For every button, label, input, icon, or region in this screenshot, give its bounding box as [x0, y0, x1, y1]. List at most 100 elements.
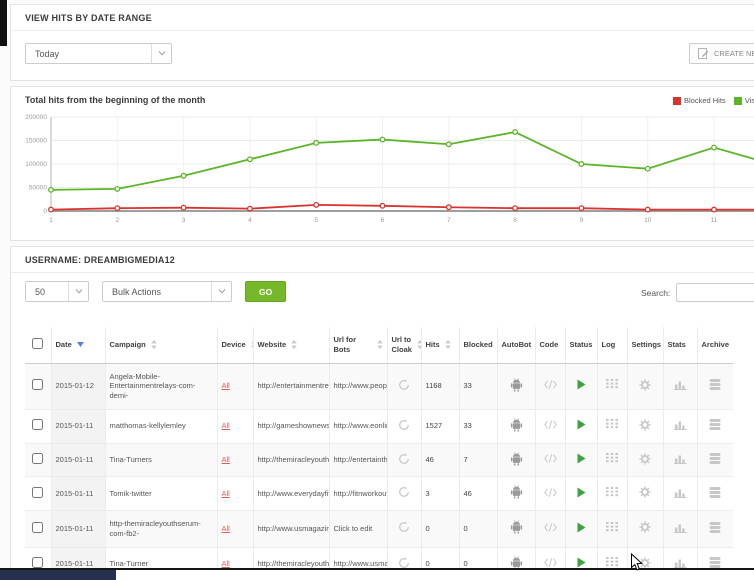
date-range-panel: VIEW HITS BY DATE RANGE Today CREATE NEW… — [10, 4, 754, 81]
app-viewport: VIEW HITS BY DATE RANGE Today CREATE NEW… — [0, 0, 754, 580]
bar-chart-icon[interactable] — [674, 453, 687, 464]
column-label: AutoBot — [502, 340, 532, 350]
status-cell — [565, 363, 597, 409]
refresh-circle-icon[interactable] — [398, 557, 410, 569]
calendar-icon[interactable] — [606, 557, 618, 568]
play-icon[interactable] — [577, 453, 586, 464]
url-to-cloak-cell — [387, 363, 421, 409]
android-icon[interactable] — [510, 418, 523, 432]
bar-chart-icon[interactable] — [674, 487, 687, 498]
refresh-circle-icon[interactable] — [398, 379, 410, 391]
column-label: Code — [540, 340, 559, 350]
stats-cell — [663, 409, 697, 443]
device-link[interactable]: All — [222, 421, 230, 430]
table-row: 2015-01-11Tina-TurnersAllhttp://themirac… — [25, 443, 733, 477]
android-icon[interactable] — [510, 485, 523, 499]
android-icon[interactable] — [510, 378, 523, 392]
device-link[interactable]: All — [222, 489, 230, 498]
calendar-icon[interactable] — [606, 379, 618, 390]
column-header-campaign[interactable]: Campaign — [105, 327, 217, 363]
code-icon[interactable] — [544, 523, 557, 532]
code-icon[interactable] — [544, 380, 557, 389]
row-checkbox[interactable] — [32, 419, 43, 430]
refresh-circle-icon[interactable] — [398, 521, 410, 533]
page-size-select[interactable]: 50 — [25, 281, 89, 302]
row-checkbox[interactable] — [32, 453, 43, 464]
svg-text:200000: 200000 — [25, 114, 47, 121]
code-icon[interactable] — [544, 454, 557, 463]
row-checkbox[interactable] — [32, 379, 43, 390]
gear-icon[interactable] — [639, 521, 651, 533]
url-for-bots-cell[interactable]: http://www.people.com/ar... — [329, 363, 387, 409]
play-icon[interactable] — [577, 522, 586, 533]
campaign-cell: matthomas-kellylemley — [105, 409, 217, 443]
url-to-cloak-cell — [387, 477, 421, 511]
column-header-device[interactable]: Device — [217, 327, 253, 363]
device-link[interactable]: All — [222, 559, 230, 568]
search-input[interactable] — [676, 283, 754, 302]
play-icon[interactable] — [577, 419, 586, 430]
bar-chart-icon[interactable] — [674, 379, 687, 390]
archive-icon[interactable] — [709, 557, 721, 568]
android-icon[interactable] — [510, 452, 523, 466]
stats-cell — [663, 511, 697, 548]
select-all-checkbox[interactable] — [32, 338, 43, 349]
bulk-actions-select[interactable]: Bulk Actions — [102, 281, 232, 302]
calendar-icon[interactable] — [606, 419, 618, 430]
column-label: Log — [602, 340, 616, 350]
date-range-select[interactable]: Today — [25, 43, 172, 64]
bar-chart-icon[interactable] — [674, 522, 687, 533]
play-icon[interactable] — [577, 379, 586, 390]
archive-icon[interactable] — [709, 522, 721, 533]
gear-icon[interactable] — [639, 453, 651, 465]
refresh-circle-icon[interactable] — [398, 419, 410, 431]
archive-icon[interactable] — [709, 453, 721, 464]
go-button[interactable]: GO — [245, 281, 286, 302]
column-header-website[interactable]: Website — [253, 327, 329, 363]
row-checkbox[interactable] — [32, 522, 43, 533]
settings-cell — [627, 511, 663, 548]
calendar-icon[interactable] — [606, 487, 618, 498]
code-icon[interactable] — [544, 558, 557, 567]
column-header-blocked[interactable]: Blocked — [459, 327, 497, 363]
archive-icon[interactable] — [709, 487, 721, 498]
svg-text:150000: 150000 — [25, 138, 47, 145]
column-header-hits[interactable]: Hits — [421, 327, 459, 363]
archive-icon[interactable] — [709, 379, 721, 390]
gear-icon[interactable] — [639, 419, 651, 431]
url-for-bots-cell[interactable]: http://fitnworkout.com/ — [329, 477, 387, 511]
svg-text:50000: 50000 — [29, 185, 47, 192]
calendar-icon[interactable] — [606, 453, 618, 464]
refresh-circle-icon[interactable] — [398, 486, 410, 498]
refresh-circle-icon[interactable] — [398, 453, 410, 465]
url-for-bots-cell[interactable]: http://entertainthis.usatod... — [329, 443, 387, 477]
calendar-icon[interactable] — [606, 522, 618, 533]
bar-chart-icon[interactable] — [674, 419, 687, 430]
website-cell: http://www.usmagazine.c... — [253, 511, 329, 548]
row-checkbox[interactable] — [32, 487, 43, 498]
create-new-campaign-button[interactable]: CREATE NEW CAMPAIGN — [689, 43, 754, 64]
settings-cell — [627, 409, 663, 443]
code-icon[interactable] — [544, 488, 557, 497]
bar-chart-icon[interactable] — [674, 557, 687, 568]
archive-icon[interactable] — [709, 419, 721, 430]
svg-text:100000: 100000 — [25, 161, 47, 168]
gear-icon[interactable] — [639, 486, 651, 498]
android-icon[interactable] — [510, 520, 523, 534]
column-header-url-for-bots[interactable]: Url for Bots — [329, 327, 387, 363]
gear-icon[interactable] — [639, 379, 651, 391]
device-link[interactable]: All — [222, 524, 230, 533]
url-for-bots-cell[interactable]: http://www.eonline.com/n... — [329, 409, 387, 443]
hits-line-chart: 050000100000150000200000123456789101112 — [19, 109, 754, 239]
column-header-url-to-cloak[interactable]: Url to Cloak — [387, 327, 421, 363]
chart-legend: Blocked HitsVisits — [673, 96, 754, 105]
play-icon[interactable] — [577, 487, 586, 498]
device-link[interactable]: All — [222, 455, 230, 464]
code-icon[interactable] — [544, 420, 557, 429]
legend-swatch — [734, 97, 742, 105]
device-link[interactable]: All — [222, 381, 230, 390]
row-checkbox[interactable] — [32, 557, 43, 568]
column-header-date[interactable]: Date — [51, 327, 105, 363]
url-for-bots-cell[interactable]: Click to edit — [329, 511, 387, 548]
play-icon[interactable] — [577, 557, 586, 568]
